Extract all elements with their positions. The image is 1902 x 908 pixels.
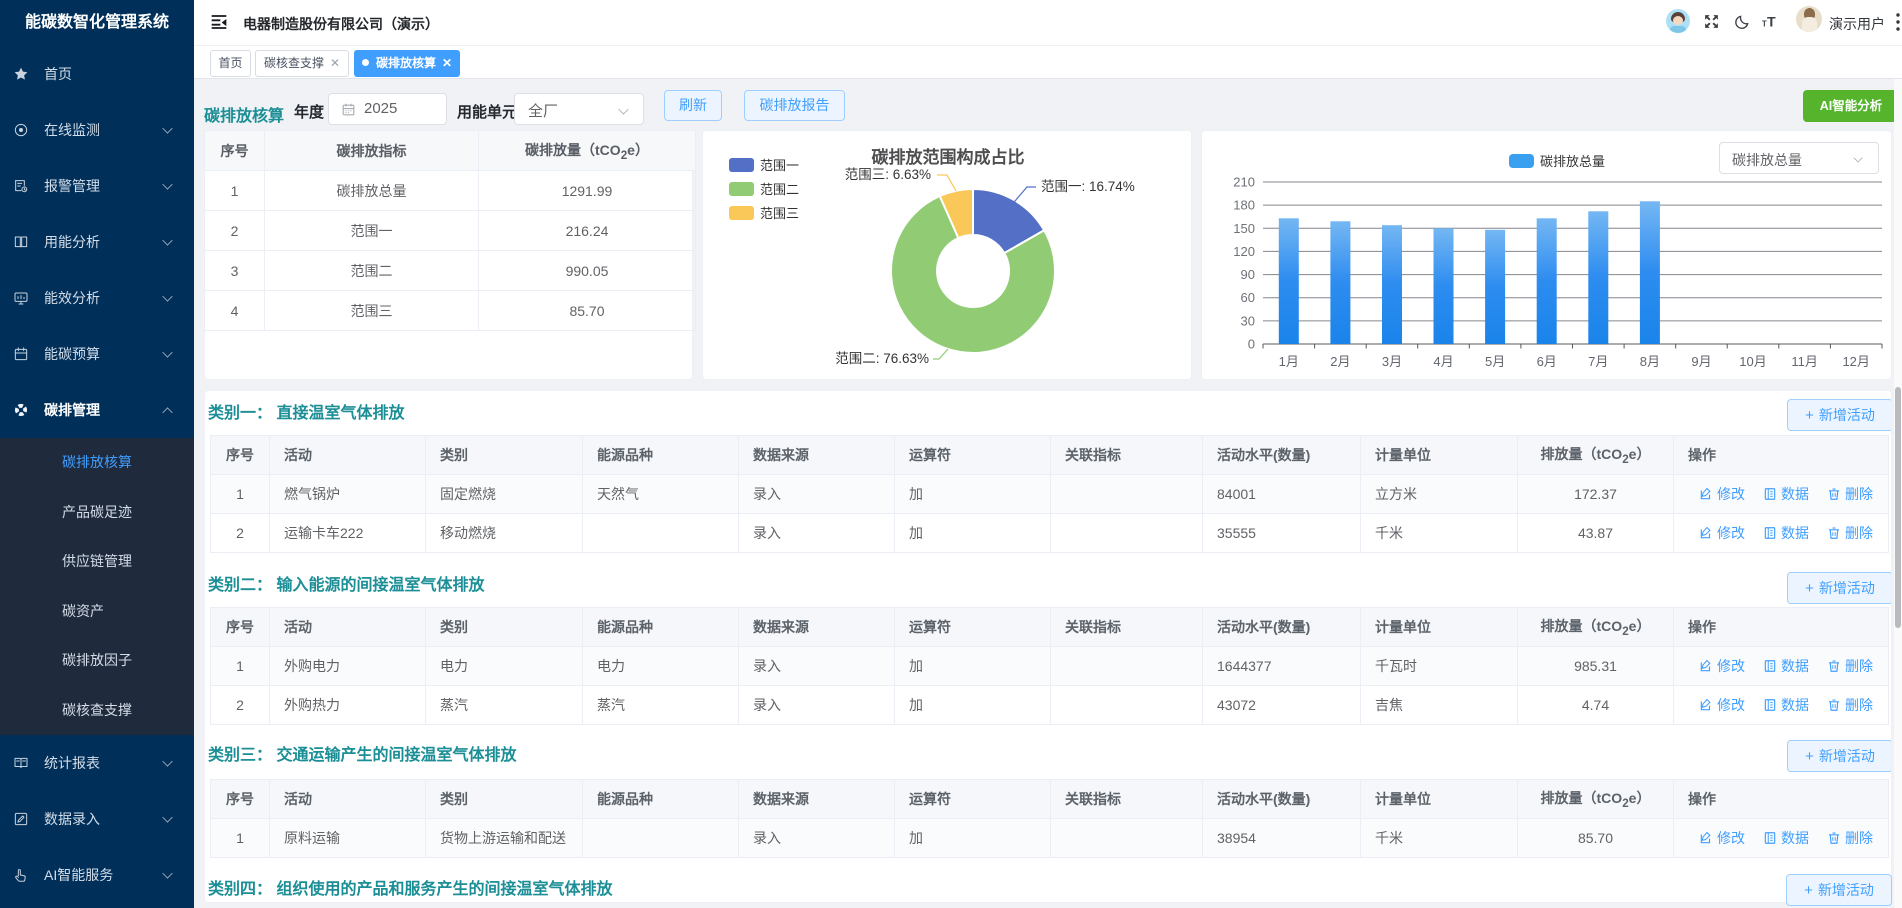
svg-text:范围二: 76.63%: 范围二: 76.63% bbox=[835, 351, 929, 366]
svg-text:12月: 12月 bbox=[1842, 354, 1869, 369]
svg-text:4月: 4月 bbox=[1433, 354, 1453, 369]
svg-text:7月: 7月 bbox=[1588, 354, 1608, 369]
svg-text:8月: 8月 bbox=[1640, 354, 1660, 369]
svg-text:180: 180 bbox=[1233, 198, 1255, 213]
svg-text:范围一: 范围一 bbox=[760, 158, 799, 173]
svg-text:5月: 5月 bbox=[1485, 354, 1505, 369]
svg-text:2月: 2月 bbox=[1330, 354, 1350, 369]
svg-text:范围二: 范围二 bbox=[760, 182, 799, 197]
svg-text:210: 210 bbox=[1233, 175, 1255, 190]
svg-text:1月: 1月 bbox=[1279, 354, 1299, 369]
svg-text:T: T bbox=[1762, 19, 1767, 28]
svg-text:0: 0 bbox=[1248, 337, 1255, 352]
svg-text:90: 90 bbox=[1241, 267, 1255, 282]
svg-text:碳排放总量: 碳排放总量 bbox=[1540, 154, 1605, 169]
svg-text:11月: 11月 bbox=[1791, 354, 1818, 369]
svg-text:T: T bbox=[1767, 14, 1776, 30]
svg-text:60: 60 bbox=[1241, 290, 1255, 305]
svg-text:30: 30 bbox=[1241, 313, 1255, 328]
svg-text:10月: 10月 bbox=[1739, 354, 1766, 369]
svg-text:9月: 9月 bbox=[1691, 354, 1711, 369]
svg-text:3月: 3月 bbox=[1382, 354, 1402, 369]
svg-text:150: 150 bbox=[1233, 221, 1255, 236]
svg-text:6月: 6月 bbox=[1537, 354, 1557, 369]
svg-text:范围三: 范围三 bbox=[760, 206, 799, 221]
svg-text:120: 120 bbox=[1233, 244, 1255, 259]
svg-text:范围一: 16.74%: 范围一: 16.74% bbox=[1041, 179, 1135, 194]
svg-text:范围三: 6.63%: 范围三: 6.63% bbox=[845, 167, 931, 182]
